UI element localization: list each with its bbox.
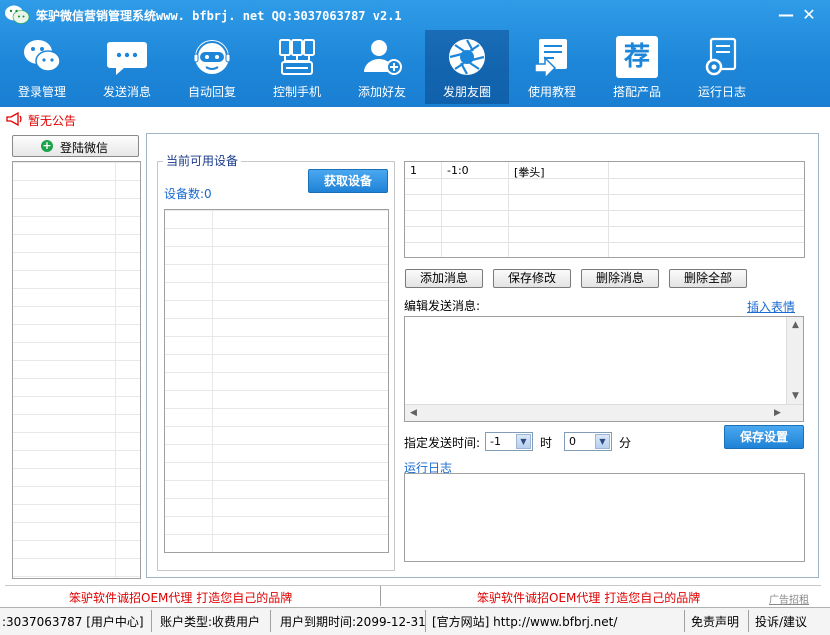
expiry-date: 用户到期时间:2099-12-31 bbox=[280, 615, 426, 629]
table-cell[interactable]: 1 bbox=[410, 164, 417, 177]
divider bbox=[425, 610, 426, 632]
nav-login-management[interactable]: 登录管理 bbox=[0, 30, 84, 104]
ad-text-left[interactable]: 笨驴软件诚招OEM代理 打造您自己的品牌 bbox=[69, 589, 292, 606]
nav-products[interactable]: 荐 搭配产品 bbox=[595, 30, 679, 104]
hour-value: -1 bbox=[490, 435, 501, 448]
horizontal-scrollbar[interactable]: ◀ ▶ bbox=[405, 404, 803, 421]
divider bbox=[748, 610, 749, 632]
minute-unit-label: 分 bbox=[619, 436, 632, 450]
official-site-link[interactable]: [官方网站] http://www.bfbrj.net/ bbox=[432, 613, 617, 630]
close-button[interactable]: ✕ bbox=[800, 6, 818, 24]
window-title: 笨驴微信营销管理系统www. bfbrj. net QQ:3037063787 … bbox=[36, 9, 402, 23]
scroll-left-icon[interactable]: ◀ bbox=[405, 405, 422, 422]
row-divider bbox=[405, 210, 804, 211]
ad-bar: 笨驴软件诚招OEM代理 打造您自己的品牌 笨驴软件诚招OEM代理 打造您自己的品… bbox=[5, 585, 821, 606]
divider bbox=[151, 610, 152, 632]
nav-label: 登录管理 bbox=[17, 85, 66, 99]
hour-select[interactable]: -1 ▼ bbox=[485, 432, 533, 451]
nav-auto-reply[interactable]: 自动回复 bbox=[170, 30, 254, 104]
nav-post-moments[interactable]: 发朋友圈 bbox=[425, 30, 509, 104]
scroll-right-icon[interactable]: ▶ bbox=[769, 405, 786, 422]
nav-label: 添加好友 bbox=[357, 85, 406, 99]
table-cell[interactable]: -1:0 bbox=[447, 164, 469, 177]
send-time-label: 指定发送时间: bbox=[404, 436, 481, 450]
nav-label: 发朋友圈 bbox=[442, 85, 491, 99]
device-list[interactable] bbox=[164, 209, 389, 553]
wechat-icon bbox=[24, 40, 61, 72]
chevron-down-icon: ▼ bbox=[595, 434, 610, 449]
nav-label: 运行日志 bbox=[697, 85, 746, 99]
row-divider bbox=[405, 194, 804, 195]
nav-tutorial[interactable]: 使用教程 bbox=[510, 30, 594, 104]
minimize-button[interactable]: — bbox=[777, 6, 795, 24]
wechat-logo-icon bbox=[5, 5, 30, 24]
main-nav: 登录管理 发送消息 自动回复 控制手机 添加好友 发朋友圈 使用教程 荐 搭配产… bbox=[0, 30, 830, 104]
divider bbox=[380, 586, 381, 606]
hour-unit-label: 时 bbox=[540, 436, 553, 450]
header-bar: 笨驴微信营销管理系统www. bfbrj. net QQ:3037063787 … bbox=[0, 0, 830, 107]
chevron-down-icon: ▼ bbox=[516, 434, 531, 449]
title-bar: 笨驴微信营销管理系统www. bfbrj. net QQ:3037063787 … bbox=[0, 0, 830, 30]
ad-rent-link[interactable]: 广告招租 bbox=[769, 591, 809, 606]
login-wechat-label: 登陆微信 bbox=[60, 141, 109, 155]
minute-value: 0 bbox=[569, 435, 576, 448]
nav-label: 控制手机 bbox=[272, 85, 321, 99]
account-list[interactable] bbox=[12, 161, 141, 579]
robot-icon bbox=[193, 40, 231, 74]
row-divider bbox=[405, 226, 804, 227]
user-center-link[interactable]: :3037063787 [用户中心] bbox=[2, 613, 144, 630]
nav-add-friend[interactable]: 添加好友 bbox=[340, 30, 424, 104]
insert-emoji-link[interactable]: 插入表情 bbox=[747, 298, 795, 315]
nav-label: 发送消息 bbox=[102, 85, 151, 99]
message-editor[interactable]: ▲ ▼ ◀ ▶ bbox=[404, 316, 804, 422]
megaphone-icon bbox=[6, 112, 22, 126]
run-log-box[interactable] bbox=[404, 473, 805, 562]
announcement-bar: 暂无公告 bbox=[0, 109, 830, 129]
phones-icon bbox=[279, 39, 315, 75]
scroll-down-icon[interactable]: ▼ bbox=[787, 388, 804, 405]
minute-select[interactable]: 0 ▼ bbox=[564, 432, 612, 451]
tutorial-icon bbox=[534, 39, 567, 78]
chat-bubble-icon bbox=[107, 42, 147, 75]
add-user-icon bbox=[364, 40, 402, 75]
plus-icon: + bbox=[41, 139, 53, 152]
divider bbox=[270, 610, 271, 632]
ad-text-right[interactable]: 笨驴软件诚招OEM代理 打造您自己的品牌 bbox=[477, 589, 700, 606]
nav-label: 自动回复 bbox=[187, 85, 236, 99]
divider bbox=[684, 610, 685, 632]
row-divider bbox=[405, 242, 804, 243]
devices-group-title: 当前可用设备 bbox=[163, 152, 242, 169]
save-changes-button[interactable]: 保存修改 bbox=[493, 269, 571, 288]
nav-run-log[interactable]: 运行日志 bbox=[680, 30, 764, 104]
nav-send-message[interactable]: 发送消息 bbox=[85, 30, 169, 104]
nav-control-phone[interactable]: 控制手机 bbox=[255, 30, 339, 104]
announcement-text: 暂无公告 bbox=[28, 114, 77, 128]
table-cell[interactable]: [拳头] bbox=[514, 164, 545, 180]
login-wechat-button[interactable]: + 登陆微信 bbox=[12, 135, 139, 157]
recommend-icon: 荐 bbox=[616, 36, 658, 78]
message-table[interactable]: 1 -1:0 [拳头] bbox=[404, 161, 805, 258]
edit-message-label: 编辑发送消息: bbox=[404, 299, 481, 313]
camera-aperture-icon bbox=[449, 39, 485, 75]
delete-all-button[interactable]: 删除全部 bbox=[669, 269, 747, 288]
row-divider bbox=[405, 178, 804, 179]
nav-label: 搭配产品 bbox=[612, 85, 661, 99]
scroll-up-icon[interactable]: ▲ bbox=[787, 317, 804, 334]
save-settings-button[interactable]: 保存设置 bbox=[724, 425, 804, 449]
log-gear-icon bbox=[705, 37, 737, 76]
delete-message-button[interactable]: 删除消息 bbox=[581, 269, 659, 288]
status-bar: :3037063787 [用户中心] 账户类型:收费用户 用户到期时间:2099… bbox=[0, 607, 830, 635]
fetch-devices-button[interactable]: 获取设备 bbox=[308, 169, 388, 193]
add-message-button[interactable]: 添加消息 bbox=[405, 269, 483, 288]
nav-label: 使用教程 bbox=[527, 85, 576, 99]
vertical-scrollbar[interactable]: ▲ ▼ bbox=[786, 317, 803, 405]
feedback-link[interactable]: 投诉/建议 bbox=[755, 613, 807, 630]
disclaimer-link[interactable]: 免责声明 bbox=[691, 613, 739, 630]
account-type: 账户类型:收费用户 bbox=[160, 615, 261, 629]
device-count: 设备数:0 bbox=[164, 187, 212, 201]
